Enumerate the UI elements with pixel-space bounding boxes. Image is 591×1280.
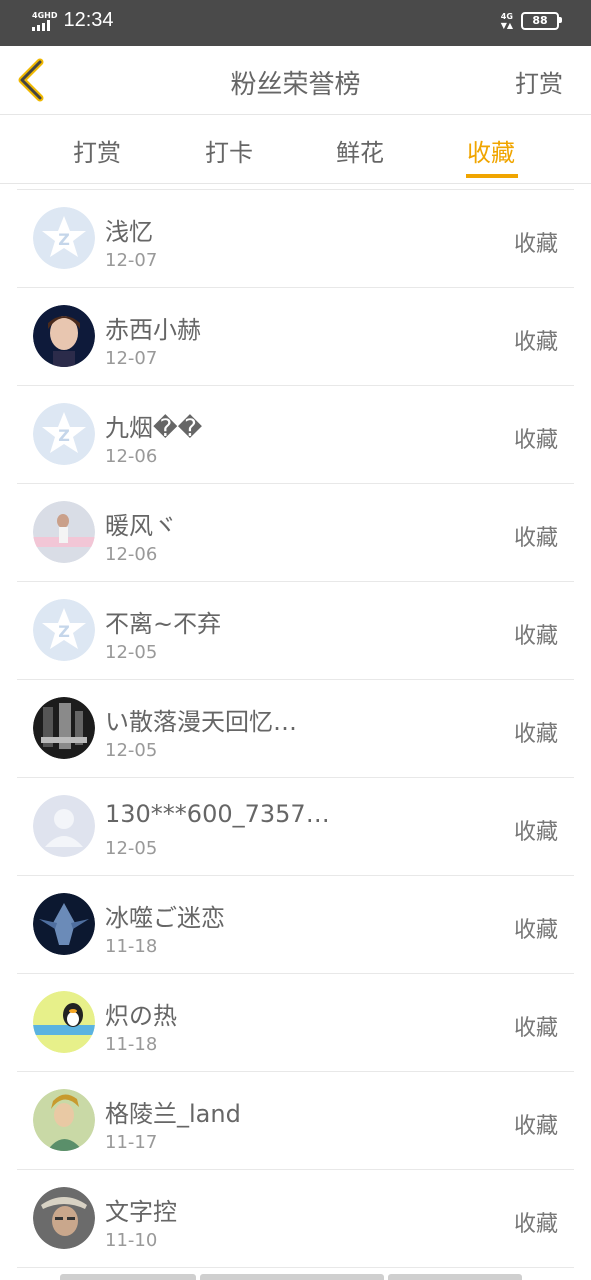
user-date: 11-18 [105, 936, 158, 957]
page-title: 粉丝荣誉榜 [230, 70, 361, 100]
tab-favorites[interactable]: 收藏 [467, 133, 515, 168]
list-item[interactable]: Z 不离~不弃 12-05 收藏 [17, 581, 574, 679]
photo-avatar [33, 991, 95, 1053]
bottom-nav-peek [60, 1274, 530, 1280]
battery-level: 88 [532, 14, 548, 27]
active-tab-indicator [466, 174, 518, 178]
user-name: 格陵兰_land [105, 1100, 241, 1128]
favorite-label: 收藏 [513, 526, 558, 551]
user-date: 12-05 [105, 642, 158, 663]
user-name: 赤西小赫 [105, 316, 201, 344]
clock: 12:34 [63, 9, 114, 31]
status-right: 4G ▼▲ 88 [500, 12, 562, 30]
default-person-icon [33, 795, 95, 857]
header: 粉丝荣誉榜 打赏 [0, 46, 591, 115]
favorite-label: 收藏 [513, 330, 558, 355]
user-date: 12-07 [105, 348, 158, 369]
battery-icon: 88 [521, 12, 562, 30]
list-item[interactable]: 格陵兰_land 11-17 收藏 [17, 1071, 574, 1169]
photo-avatar [33, 697, 95, 759]
photo-avatar [33, 305, 95, 367]
reward-button[interactable]: 打赏 [515, 64, 563, 99]
tab-reward[interactable]: 打赏 [73, 133, 121, 168]
user-date: 12-06 [105, 446, 158, 467]
tab-flowers[interactable]: 鲜花 [336, 133, 384, 168]
user-date: 12-05 [105, 740, 158, 761]
photo-avatar [33, 501, 95, 563]
signal-icon-2: 4G ▼▲ [500, 12, 513, 30]
favorite-label: 收藏 [513, 1114, 558, 1139]
favorite-label: 收藏 [513, 722, 558, 747]
status-left: 4GHD 12:34 [32, 9, 114, 32]
favorite-label: 收藏 [513, 1212, 558, 1237]
favorite-label: 收藏 [513, 820, 558, 845]
list-item[interactable]: 赤西小赫 12-07 收藏 [17, 287, 574, 385]
list-item[interactable]: 炽の热 11-18 收藏 [17, 973, 574, 1071]
status-bar: 4GHD 12:34 4G ▼▲ 88 [0, 0, 591, 46]
user-name: 暖风ヾ [105, 512, 177, 540]
list-item[interactable]: 冰噬ご迷恋 11-18 收藏 [17, 875, 574, 973]
photo-avatar [33, 1187, 95, 1249]
favorite-label: 收藏 [513, 232, 558, 257]
network-type: 4GHD [32, 10, 58, 20]
user-date: 12-07 [105, 250, 158, 271]
favorite-label: 收藏 [513, 428, 558, 453]
user-name: 冰噬ご迷恋 [105, 904, 225, 932]
user-name: 浅忆 [105, 218, 153, 246]
user-name: 文字控 [105, 1198, 177, 1226]
list-item[interactable]: い散落漫天回忆… 12-05 收藏 [17, 679, 574, 777]
default-z-star-icon: Z [33, 207, 95, 269]
svg-text:Z: Z [58, 230, 70, 249]
favorite-label: 收藏 [513, 918, 558, 943]
photo-avatar [33, 1089, 95, 1151]
signal-icon: 4GHD [32, 11, 57, 31]
default-z-star-icon: Z [33, 599, 95, 661]
user-name: 130***600_7357… [105, 800, 330, 828]
user-date: 12-06 [105, 544, 158, 565]
list-item[interactable]: 文字控 11-10 收藏 [17, 1169, 574, 1267]
user-date: 11-17 [105, 1132, 158, 1153]
favorite-label: 收藏 [513, 1016, 558, 1041]
list-item[interactable]: 130***600_7357… 12-05 收藏 [17, 777, 574, 875]
list-item[interactable]: Z 浅忆 12-07 收藏 [17, 189, 574, 287]
svg-text:Z: Z [58, 426, 70, 445]
list-item[interactable]: 暖风ヾ 12-06 收藏 [17, 483, 574, 581]
default-z-star-icon: Z [33, 403, 95, 465]
svg-text:Z: Z [58, 622, 70, 641]
user-date: 12-05 [105, 838, 158, 859]
user-name: い散落漫天回忆… [105, 708, 297, 736]
photo-avatar [33, 893, 95, 955]
favorite-label: 收藏 [513, 624, 558, 649]
user-name: 不离~不弃 [105, 610, 222, 638]
fan-list: Z 浅忆 12-07 收藏 赤西小赫 12-07 收藏 Z 九烟�� 12-06… [0, 189, 591, 1278]
user-date: 11-18 [105, 1034, 158, 1055]
network-type-2: 4G [500, 12, 513, 21]
user-name: 炽の热 [105, 1002, 177, 1030]
tab-checkin[interactable]: 打卡 [205, 133, 253, 168]
user-name: 九烟�� [105, 414, 203, 442]
list-item[interactable]: Z 九烟�� 12-06 收藏 [17, 385, 574, 483]
user-date: 11-10 [105, 1230, 158, 1251]
